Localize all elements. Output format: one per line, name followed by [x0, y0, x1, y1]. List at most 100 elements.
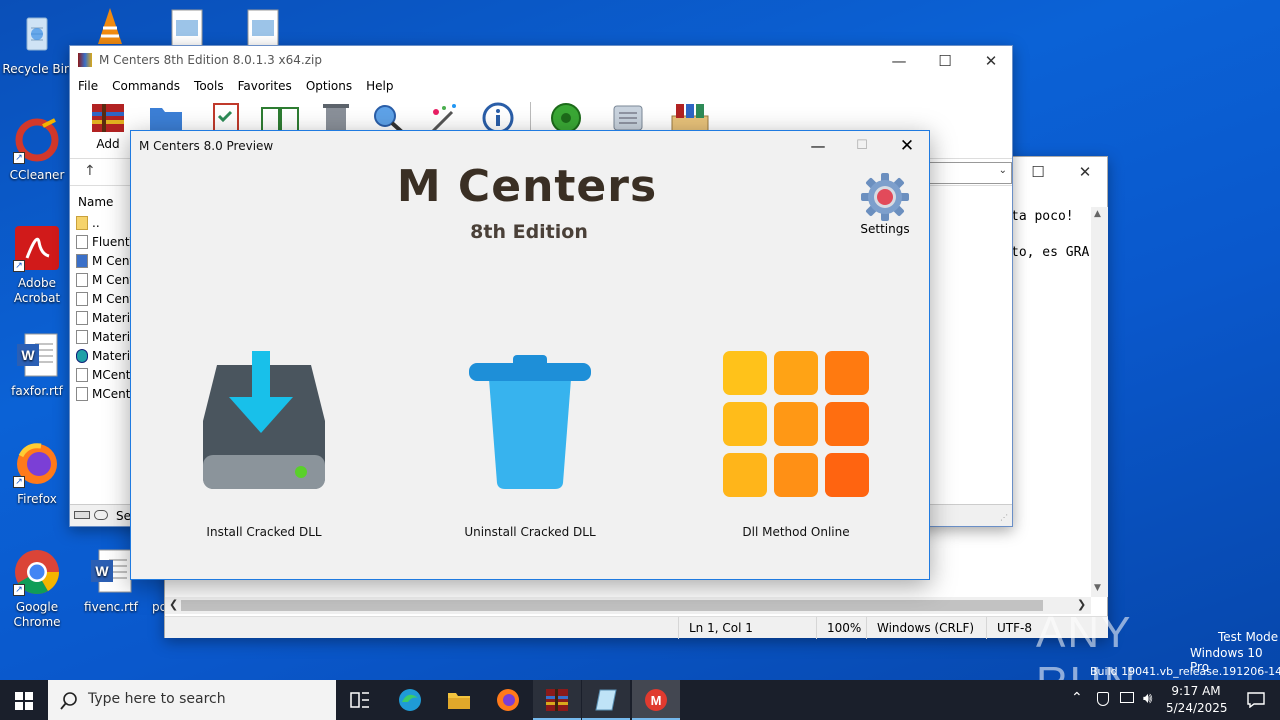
- horizontal-scrollbar[interactable]: ❮ ❯: [165, 597, 1091, 614]
- uninstall-cracked-dll-button[interactable]: Uninstall Cracked DLL: [415, 349, 645, 549]
- winrar-app-icon: [78, 53, 92, 67]
- tray-security-icon[interactable]: [1097, 692, 1109, 706]
- up-folder-icon[interactable]: ↑: [84, 163, 96, 179]
- acrobat-icon: ↗: [13, 224, 61, 272]
- menu-options[interactable]: Options: [306, 79, 352, 93]
- list-item[interactable]: M Cent: [76, 271, 134, 290]
- edge-file-icon: [76, 349, 88, 363]
- taskbar-mcenters[interactable]: M: [632, 680, 680, 720]
- close-button[interactable]: ✕: [968, 46, 1014, 76]
- scroll-left-arrow[interactable]: ❮: [169, 598, 178, 611]
- menu-file[interactable]: File: [78, 79, 98, 93]
- list-item[interactable]: Materia: [76, 309, 137, 328]
- shortcut-arrow-icon: ↗: [13, 260, 25, 272]
- list-item[interactable]: Materia: [76, 328, 137, 347]
- menu-help[interactable]: Help: [366, 79, 393, 93]
- task-view-button[interactable]: [336, 680, 384, 720]
- scroll-thumb[interactable]: [181, 600, 1043, 611]
- menu-commands[interactable]: Commands: [112, 79, 180, 93]
- scroll-down-arrow[interactable]: ▼: [1094, 583, 1101, 593]
- search-placeholder: Type here to search: [88, 691, 226, 707]
- menu-tools[interactable]: Tools: [194, 79, 224, 93]
- firefox-icon: ↗: [13, 440, 61, 488]
- shortcut-arrow-icon: ↗: [13, 584, 25, 596]
- close-button[interactable]: ✕: [884, 131, 930, 161]
- list-item[interactable]: M Cent: [76, 290, 134, 309]
- list-item[interactable]: MCent: [76, 366, 130, 385]
- file-icon: [76, 387, 88, 401]
- edge-icon: [399, 689, 421, 711]
- shortcut-arrow-icon: ↗: [13, 152, 25, 164]
- zoom-level: 100%: [816, 617, 866, 639]
- desktop-icon-adobe-acrobat[interactable]: ↗ Adobe Acrobat: [1, 224, 73, 306]
- desktop-icon-ccleaner[interactable]: ↗ CCleaner: [1, 116, 73, 183]
- svg-text:M: M: [651, 693, 662, 708]
- desktop-icon-faxfor-rtf[interactable]: W faxfor.rtf: [1, 332, 73, 399]
- test-mode-text: Test Mode: [1218, 630, 1279, 644]
- desktop-icon-po[interactable]: po: [124, 600, 167, 615]
- exe-file-icon: [76, 254, 88, 268]
- column-header-name[interactable]: Name: [78, 195, 113, 209]
- taskbar-winrar[interactable]: [533, 680, 581, 720]
- search-icon: [60, 692, 77, 710]
- word-document-icon: W: [87, 548, 135, 596]
- minimize-button[interactable]: —: [795, 131, 841, 161]
- add-button[interactable]: Add: [90, 102, 130, 152]
- network-icon[interactable]: [1120, 692, 1134, 703]
- menu-favorites[interactable]: Favorites: [238, 79, 292, 93]
- clock[interactable]: 9:17 AM 5/24/2025: [1166, 683, 1228, 717]
- list-item[interactable]: ..: [76, 214, 100, 233]
- taskbar-notepad[interactable]: [582, 680, 630, 720]
- search-box[interactable]: Type here to search: [48, 680, 336, 720]
- maximize-button[interactable]: ☐: [839, 131, 885, 161]
- text-line: to, es GRA: [1011, 245, 1090, 260]
- path-dropdown[interactable]: ⌄: [928, 162, 1012, 184]
- action-center-button[interactable]: [1232, 680, 1280, 720]
- line-ending: Windows (CRLF): [866, 617, 986, 639]
- mcenters-window[interactable]: M Centers 8.0 Preview — ☐ ✕ M Centers 8t…: [130, 130, 930, 580]
- desktop-icon-google-chrome[interactable]: ↗ Google Chrome: [1, 548, 73, 630]
- minimize-button[interactable]: —: [876, 46, 922, 76]
- add-button-label: Add: [96, 137, 120, 151]
- settings-button[interactable]: Settings: [855, 171, 915, 236]
- mcenters-icon: M: [645, 689, 667, 711]
- menu-bar: File Commands Tools Favorites Options Help: [78, 79, 407, 93]
- list-item[interactable]: Materia: [76, 347, 137, 366]
- start-button[interactable]: [0, 680, 48, 720]
- status-bar: Ln 1, Col 1 100% Windows (CRLF) UTF-8: [165, 616, 1108, 639]
- shortcut-arrow-icon: ↗: [13, 476, 25, 488]
- maximize-button[interactable]: ☐: [922, 46, 968, 76]
- vertical-scrollbar[interactable]: ▲ ▼: [1091, 207, 1108, 597]
- desktop-icon-recycle-bin[interactable]: Recycle Bin: [1, 10, 73, 77]
- desktop-icon-label: CCleaner: [9, 168, 65, 182]
- build-text: Build 19041.vb_release.191206-1406: [1090, 665, 1280, 678]
- close-button[interactable]: ✕: [1062, 157, 1108, 187]
- drive-icon: [74, 511, 90, 519]
- desktop-icon-firefox[interactable]: ↗ Firefox: [1, 440, 73, 507]
- desktop-icon-label: Google Chrome: [13, 600, 61, 629]
- winrar-icon: [546, 689, 568, 711]
- cursor-position: Ln 1, Col 1: [678, 617, 816, 639]
- taskbar-edge[interactable]: [386, 680, 434, 720]
- dll-method-label: Dll Method Online: [742, 525, 850, 539]
- file-icon: [76, 330, 88, 344]
- dll-method-online-button[interactable]: Dll Method Online: [681, 349, 911, 549]
- volume-icon[interactable]: 🔊︎: [1143, 689, 1152, 707]
- install-cracked-dll-button[interactable]: Install Cracked DLL: [149, 349, 379, 549]
- scroll-up-arrow[interactable]: ▲: [1094, 209, 1101, 219]
- maximize-button[interactable]: ☐: [1015, 157, 1061, 187]
- window-title: M Centers 8.0 Preview: [139, 139, 274, 153]
- taskbar-firefox[interactable]: [484, 680, 532, 720]
- taskbar-file-explorer[interactable]: [435, 680, 483, 720]
- desktop-icon-label: po: [152, 600, 167, 614]
- list-item[interactable]: MCent: [76, 385, 130, 404]
- ccleaner-icon: ↗: [13, 116, 61, 164]
- tray-chevron-up-icon[interactable]: ⌃: [1071, 690, 1083, 706]
- desktop-icon-label: Firefox: [17, 492, 57, 506]
- chrome-icon: ↗: [13, 548, 61, 596]
- firefox-icon: [497, 689, 519, 711]
- list-item[interactable]: M Cent: [76, 252, 134, 271]
- resize-grip-icon[interactable]: ⋰: [1000, 513, 1008, 522]
- clock-date: 5/24/2025: [1166, 701, 1228, 715]
- folder-up-icon: [76, 216, 88, 230]
